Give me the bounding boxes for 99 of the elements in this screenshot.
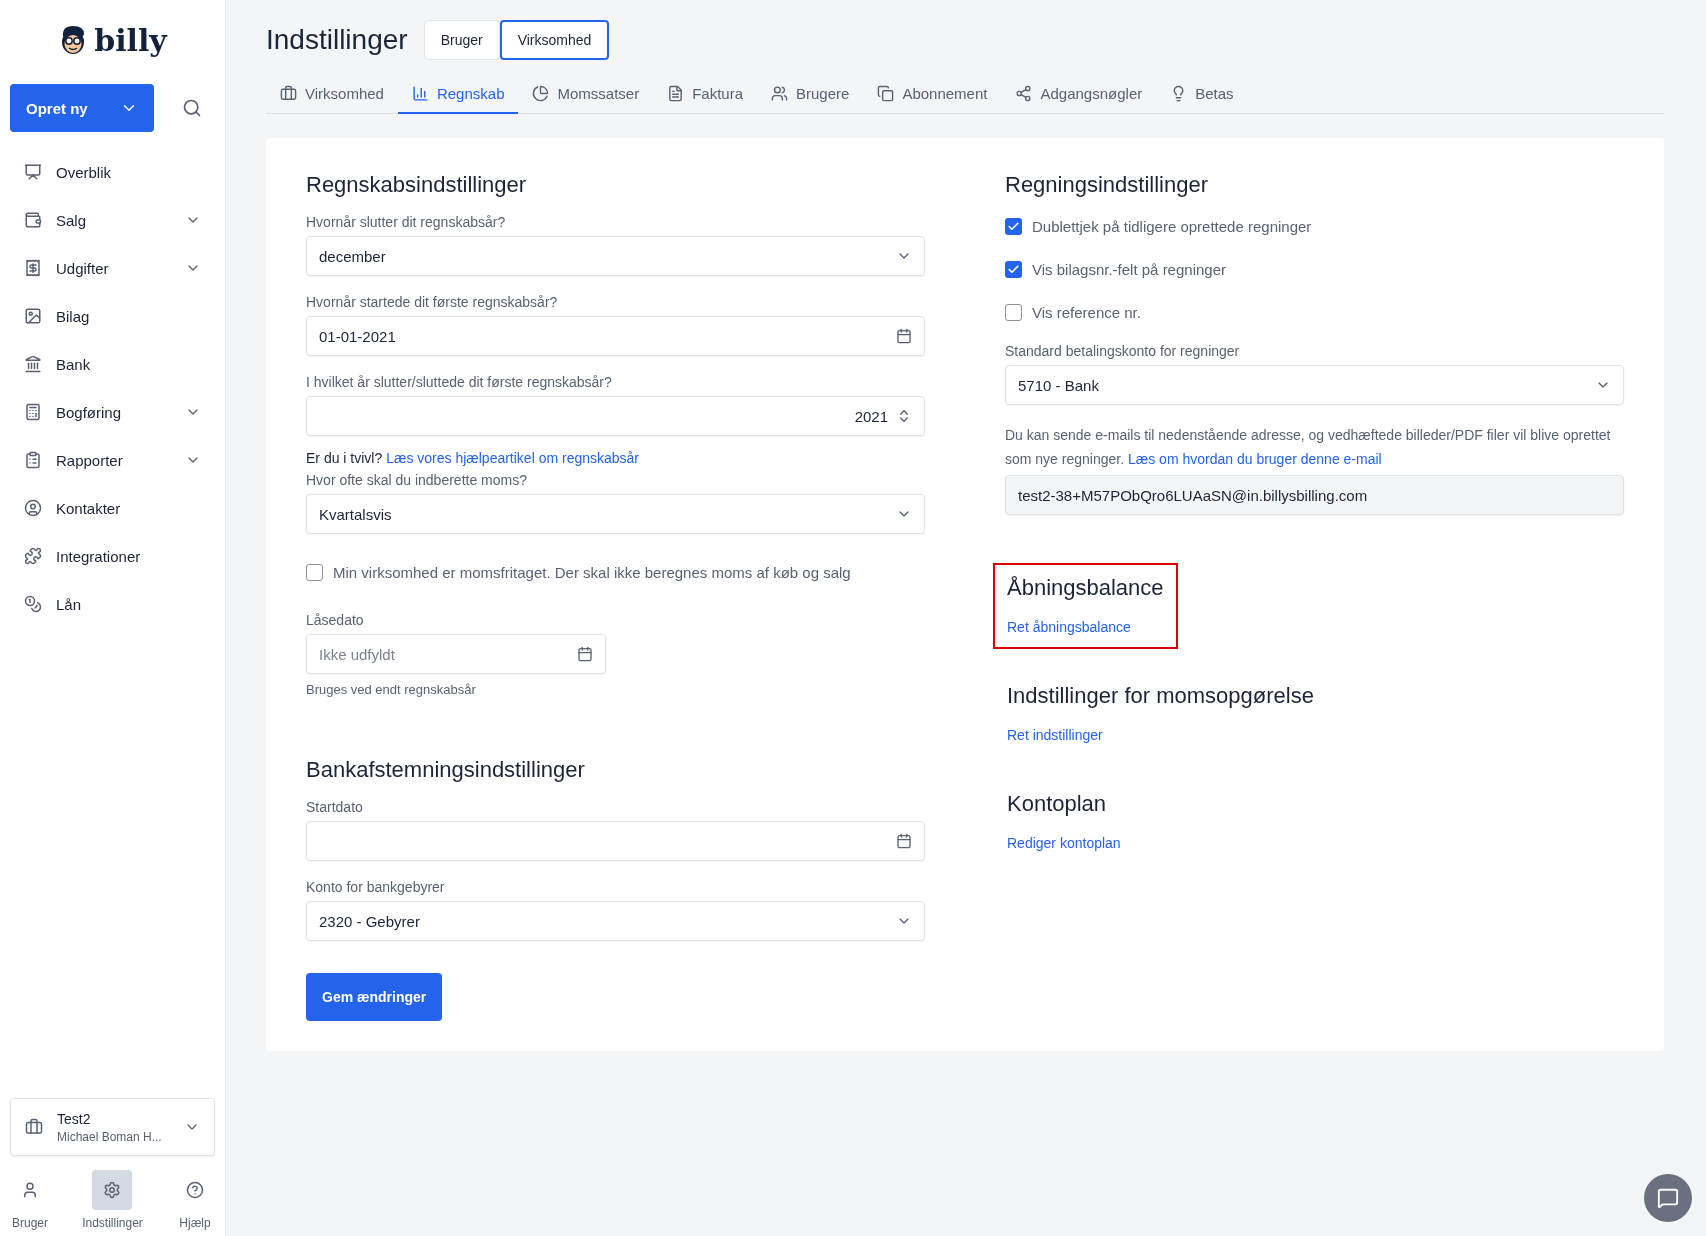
briefcase-icon: [25, 1118, 43, 1136]
image-icon: [24, 307, 42, 325]
section-link[interactable]: Ret åbningsbalance: [1007, 619, 1164, 635]
date-field[interactable]: Ikke udfyldt: [306, 634, 606, 674]
page-title: Indstillinger: [266, 24, 408, 56]
nav-item[interactable]: Rapporter: [10, 436, 215, 484]
email-field[interactable]: test2-38+M57PObQro6LUAaSN@in.billysbilling.com: [1005, 475, 1624, 515]
nav-item[interactable]: Bogføring: [10, 388, 215, 436]
users-icon: [771, 84, 789, 102]
section-title: Regnskabsindstillinger: [306, 172, 528, 198]
nav-item[interactable]: Bilag: [10, 292, 215, 340]
check-icon: [1007, 262, 1020, 276]
company-selector[interactable]: Test2 Michael Boman H...: [10, 1098, 215, 1156]
nav-item[interactable]: Overblik: [10, 148, 215, 196]
field-label: I hvilket år slutter/sluttede dit første regnskabsår?: [306, 374, 613, 390]
chat-button[interactable]: [1644, 1174, 1692, 1222]
copy-icon: [877, 84, 895, 102]
share-icon: [1015, 84, 1033, 102]
field-label: Konto for bankgebyrer: [306, 879, 446, 895]
field-label: Hvornår startede dit første regnskabsår?: [306, 294, 559, 310]
section-title: Kontoplan: [1007, 791, 1108, 817]
user-icon: [21, 1181, 39, 1199]
select-field[interactable]: december: [306, 236, 925, 276]
settings-tab[interactable]: Faktura: [653, 74, 758, 114]
nav-label[interactable]: Hjælp: [179, 1216, 211, 1230]
save-button[interactable]: Gem ændringer: [306, 973, 443, 1021]
help-link[interactable]: Læs vores hjælpeartikel om regnskabsår: [386, 450, 640, 466]
calendar-icon: [577, 646, 593, 662]
settings-tab[interactable]: Regnskab: [397, 74, 519, 114]
puzzle-icon: [24, 547, 42, 565]
field-hint: Bruges ved endt regnskabsår: [306, 682, 477, 697]
company-owner: Michael Boman H...: [57, 1129, 163, 1144]
nav-item[interactable]: Lån: [10, 580, 215, 628]
checkbox[interactable]: [1005, 260, 1022, 278]
nav-icon-button[interactable]: [92, 1170, 133, 1210]
create-button[interactable]: Opret ny: [10, 84, 154, 132]
section-title: Indstillinger for momsopgørelse: [1007, 683, 1314, 709]
checkbox[interactable]: [1005, 217, 1022, 235]
checkbox-label: Dublettjek på tidligere oprettede regninger: [1032, 217, 1312, 235]
email-note: Du kan sende e-mails til nedenstående adresse, og vedhæftede billeder/PDF filer vil blive oprettet som nye regninger. Læs om hvordan du bruger denne e-mail: [1005, 426, 1612, 469]
number-field[interactable]: 2021: [306, 396, 925, 436]
nav-item[interactable]: Salg: [10, 196, 215, 244]
pie-chart-icon: [532, 84, 550, 102]
search-icon[interactable]: [182, 98, 202, 118]
calendar-icon: [896, 328, 912, 344]
document-icon: [667, 84, 685, 102]
user-circle-icon: [24, 499, 42, 517]
bar-chart-icon: [411, 84, 429, 102]
checkbox[interactable]: [1005, 303, 1022, 321]
settings-tab[interactable]: Adgangsnøgler: [1001, 74, 1157, 114]
nav-label[interactable]: Bruger: [12, 1216, 48, 1230]
presentation-icon: [24, 163, 42, 181]
section-link[interactable]: Ret indstillinger: [1007, 727, 1314, 743]
nav-item[interactable]: Bank: [10, 340, 215, 388]
settings-tab[interactable]: Abonnement: [863, 74, 1002, 114]
logo-text: billy: [94, 22, 167, 58]
email-help-link[interactable]: Læs om hvordan du bruger denne e-mail: [1127, 451, 1382, 467]
calculator-icon: [24, 403, 42, 421]
bank-icon: [24, 355, 42, 373]
checkbox-label: Vis bilagsnr.-felt på regninger: [1032, 260, 1226, 278]
date-field[interactable]: [306, 821, 925, 861]
section-title: Åbningsbalance: [1007, 575, 1164, 601]
settings-tab[interactable]: Brugere: [757, 74, 864, 114]
check-icon: [1007, 219, 1020, 233]
settings-tab[interactable]: Betas: [1156, 74, 1248, 114]
field-label: Standard betalingskonto for regninger: [1005, 343, 1241, 359]
nav-label[interactable]: Indstillinger: [82, 1216, 143, 1230]
field-label: Hvornår slutter dit regnskabsår?: [306, 214, 507, 230]
settings-tab[interactable]: Virksomhed: [266, 74, 398, 114]
briefcase-icon: [280, 84, 297, 102]
chat-icon: [1657, 1187, 1679, 1209]
date-field[interactable]: 01-01-2021: [306, 316, 925, 356]
scope-toggle[interactable]: Bruger: [423, 20, 500, 60]
field-label: Startdato: [306, 799, 364, 815]
nav-item[interactable]: Integrationer: [10, 532, 215, 580]
wallet-icon: [24, 211, 42, 229]
scope-toggle[interactable]: Virksomhed: [499, 20, 610, 60]
checkbox-label: Vis reference nr.: [1032, 303, 1141, 321]
receipt-icon: [24, 259, 42, 277]
calendar-icon: [896, 833, 912, 849]
section-title: Bankafstemningsindstillinger: [306, 757, 586, 783]
select-field[interactable]: 5710 - Bank: [1005, 365, 1624, 405]
field-label: Låsedato: [306, 612, 365, 628]
nav-item[interactable]: Udgifter: [10, 244, 215, 292]
select-field[interactable]: 2320 - Gebyrer: [306, 901, 925, 941]
checkbox[interactable]: [306, 563, 323, 581]
checkbox-label: Min virksomhed er momsfritaget. Der skal ikke beregnes moms af køb og salg: [333, 563, 851, 581]
help-icon: [186, 1181, 204, 1199]
company-name: Test2: [57, 1110, 92, 1127]
field-label: Hvor ofte skal du indberette moms?: [306, 472, 528, 488]
nav-item[interactable]: Kontakter: [10, 484, 215, 532]
help-text: Er du i tvivl?: [306, 450, 383, 466]
settings-tab[interactable]: Momssatser: [518, 74, 654, 114]
select-field[interactable]: Kvartalsvis: [306, 494, 925, 534]
clipboard-icon: [24, 451, 42, 469]
section-title: Regningsindstillinger: [1005, 172, 1209, 198]
coins-icon: [24, 595, 42, 613]
section-link[interactable]: Rediger kontoplan: [1007, 835, 1121, 851]
settings-icon: [103, 1181, 122, 1199]
